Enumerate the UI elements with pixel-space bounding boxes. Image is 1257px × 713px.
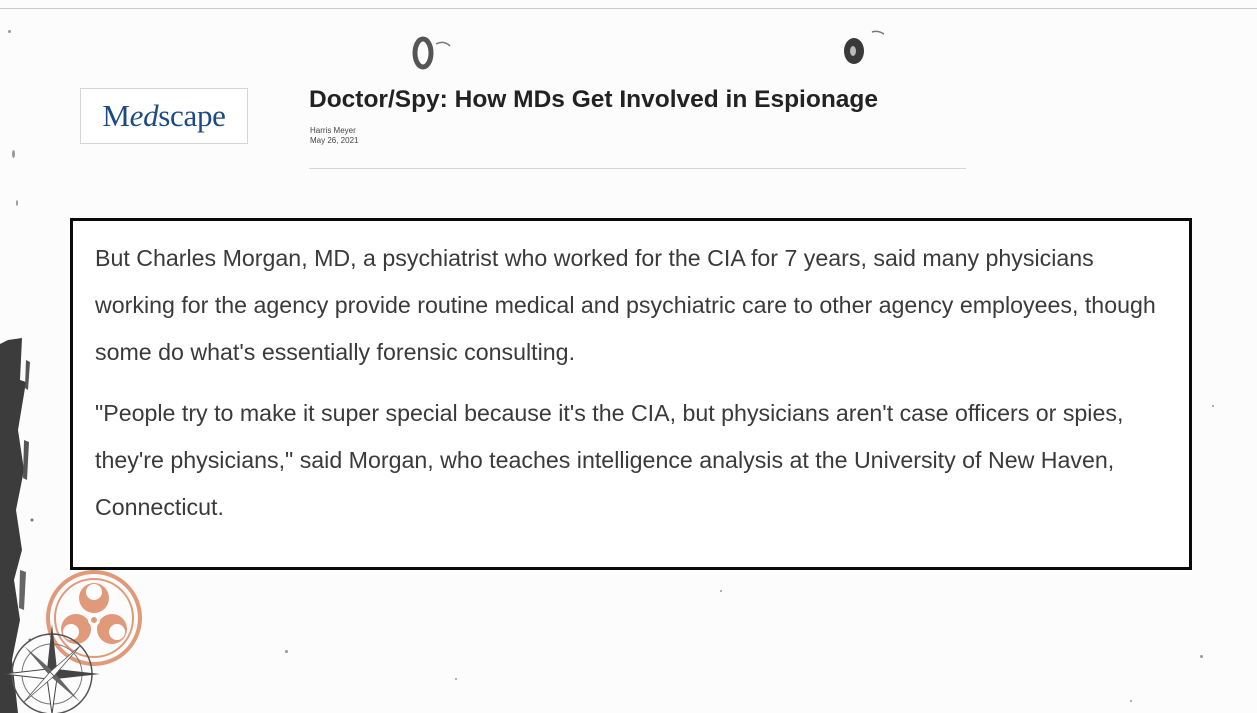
compass-rose-icon [4,624,100,713]
publish-date: May 26, 2021 [310,136,359,145]
speck [8,30,11,33]
speck [720,590,722,592]
ring-mark-right [844,30,885,64]
author-name: Harris Meyer [310,126,356,135]
speck [16,200,18,206]
speck [455,678,457,680]
speck [1130,700,1132,702]
publisher-logo: Med scape [80,88,248,144]
top-rule [0,8,1257,9]
article-title: Doctor/Spy: How MDs Get Involved in Espi… [309,86,879,113]
speck [1212,405,1214,407]
speck [12,150,15,158]
byline: Harris Meyer May 26, 2021 [310,126,358,146]
speck [1200,655,1203,658]
ring-mark-left [412,36,451,70]
quote-excerpt: But Charles Morgan, MD, a psychiatrist w… [70,218,1192,570]
logo-text-m: M [102,98,130,133]
logo-text-scape: scape [158,98,226,133]
quote-paragraph: "People try to make it super special bec… [95,400,1124,520]
logo-text-ed: ed [129,98,159,133]
speck [285,650,288,653]
header-divider [309,168,966,169]
slide-canvas: Med scape Doctor/Spy: How MDs Get Involve… [0,0,1257,713]
quote-paragraph: But Charles Morgan, MD, a psychiatrist w… [95,245,1156,365]
